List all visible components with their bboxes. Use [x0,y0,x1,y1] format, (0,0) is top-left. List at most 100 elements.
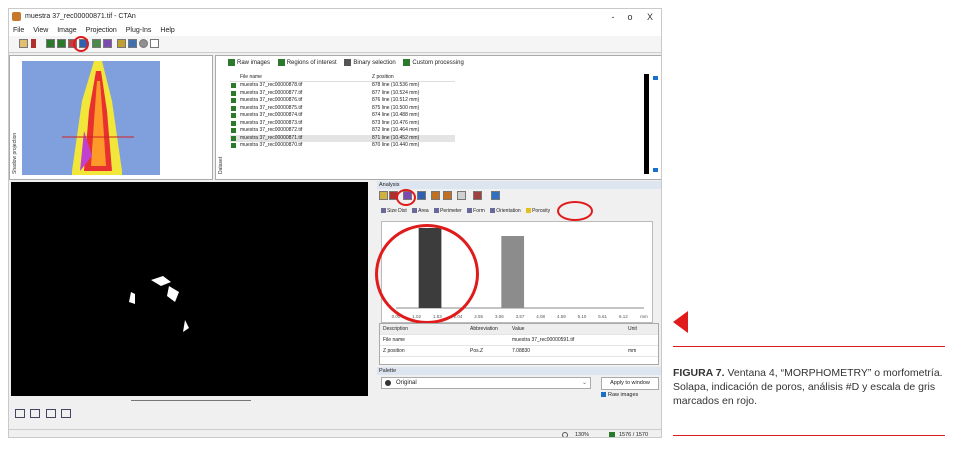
histogram-bar [501,236,525,308]
caption-label: FIGURA 7. [673,367,725,379]
menu-file[interactable]: File [13,27,24,34]
palette-selected: Original [396,380,417,386]
table-row[interactable]: muestra 37_rec00000873.tif 873 line (10.4… [230,120,455,128]
tab-orientation[interactable]: Orientation [490,207,521,215]
table-row[interactable]: muestra 37_rec00000875.tif 875 line (10.5… [230,105,455,113]
status-bar: 130% 1576 / 1570 [9,429,661,437]
analysis-title: Analysis [379,182,400,188]
col-file-name[interactable]: File name [240,73,262,81]
dataset-tabs: Raw images Regions of interest Binary se… [228,58,470,68]
analysis-save-icon[interactable] [417,191,426,200]
view-mode-3-icon[interactable] [45,409,56,418]
next-icon[interactable] [31,39,36,48]
binary-slice [129,276,189,332]
palette-title: Palette [379,368,397,374]
highlight-circle-3d [396,189,416,206]
file-icon [231,128,236,133]
tab-regions-of-interest[interactable]: Regions of interest [277,58,337,68]
chevron-down-icon: ⌄ [581,380,587,386]
caption-rule-top [673,346,945,347]
palette-header: Palette [377,367,661,375]
caption-rule-bottom [673,435,945,436]
maximize-button[interactable]: o [622,9,638,25]
morphometry-icon[interactable] [92,39,101,48]
dataset-panel: Dataset Raw images Regions of interest B… [215,55,661,180]
table-row[interactable]: muestra 37_rec00000872.tif 872 line (10.4… [230,127,455,135]
chart-icon[interactable] [128,39,137,48]
plugin-tabs: Size Dist Area Perimeter Form Orientatio… [381,207,554,215]
raw-image-icon[interactable] [46,39,55,48]
view-mode-4-icon[interactable] [61,409,72,418]
analysis-chart-icon[interactable] [473,191,482,200]
raw-images-checkbox[interactable]: Raw images [601,392,638,398]
zoom-icon [562,432,568,437]
x-tick-label: 5.10 [578,314,587,319]
open-icon[interactable] [19,39,28,48]
app-icon [12,12,21,21]
minimize-button[interactable]: - [605,9,621,25]
tab-area[interactable]: Area [412,207,429,215]
roi-icon[interactable] [57,39,66,48]
view-mode-1-icon[interactable] [15,409,25,418]
table-row[interactable]: muestra 37_rec00000877.tif 877 line (10.5… [230,90,455,98]
analysis-options-icon[interactable] [431,191,440,200]
file-list: File name Z position muestra 37_rec00000… [230,73,455,150]
tab-perimeter[interactable]: Perimeter [434,207,462,215]
menu-image[interactable]: Image [57,27,76,34]
view-mode-2-icon[interactable] [30,409,41,418]
image-viewer[interactable] [11,182,368,401]
col-abbreviation: Abbreviation [470,326,498,332]
palette-icon [385,380,391,386]
menu-help[interactable]: Help [160,27,174,34]
table-row[interactable]: muestra 37_rec00000878.tif 878 line (10.5… [230,82,455,90]
x-tick-label: 5.61 [598,314,607,319]
analysis-open-icon[interactable] [379,191,388,200]
file-icon [231,83,236,88]
analysis-flag-icon[interactable] [457,191,466,200]
x-tick-label: 3.06 [495,314,504,319]
checkbox-icon [601,392,606,398]
col-z-position[interactable]: Z position [372,73,394,81]
x-tick-label: 6.12 [619,314,628,319]
table-row[interactable]: muestra 37_rec00000874.tif 874 line (10.4… [230,112,455,120]
col-value: Value [512,326,525,332]
rotate-icon[interactable] [139,39,148,48]
file-icon [231,105,236,111]
apply-to-window-button[interactable]: Apply to window [601,377,659,390]
menu-bar: File View Image Projection Plug-Ins Help [9,25,661,36]
table-row: Z position Pos.Z 7.08830 mm [380,346,658,357]
close-button[interactable]: X [642,9,658,25]
volume-render-icon[interactable] [117,39,126,48]
palette-select[interactable]: Original ⌄ [381,377,591,389]
pointer-icon[interactable] [150,39,159,48]
toolbar [9,36,661,53]
x-tick-label: 2.55 [474,314,483,319]
table-row: File name muestra 37_rec00000591.tif [380,335,658,346]
gray-scale-bar [644,74,649,174]
scale-marker-bottom[interactable] [653,168,658,172]
file-icon [231,98,236,103]
analysis-header: Analysis [377,181,661,189]
menu-plugins[interactable]: Plug-Ins [126,27,152,34]
menu-projection[interactable]: Projection [86,27,117,34]
analysis-help-icon[interactable] [443,191,452,200]
tab-size-dist[interactable]: Size Dist [381,207,407,215]
shadow-projection-label: Shadow projection [12,132,18,174]
tab-custom-processing[interactable]: Custom processing [403,58,464,68]
file-icon [231,143,236,148]
results-table: Description Abbreviation Value Unit File… [379,323,659,365]
3d-icon[interactable] [103,39,112,48]
table-row[interactable]: muestra 37_rec00000876.tif 876 line (10.5… [230,97,455,105]
col-description: Description [383,326,409,332]
tab-porosity[interactable]: Porosity [526,207,550,215]
tab-raw-images[interactable]: Raw images [228,58,270,68]
tab-form[interactable]: Form [467,207,485,215]
table-row[interactable]: muestra 37_rec00000870.tif 870 line (10.4… [230,142,455,150]
analysis-export-icon[interactable] [491,191,500,200]
tab-binary-selection[interactable]: Binary selection [344,58,396,68]
scale-marker-top[interactable] [653,76,658,80]
table-row[interactable]: muestra 37_rec00000871.tif 871 line (10.4… [230,134,455,142]
file-icon [231,113,236,118]
x-tick-label: 4.08 [536,314,545,319]
menu-view[interactable]: View [33,27,48,34]
